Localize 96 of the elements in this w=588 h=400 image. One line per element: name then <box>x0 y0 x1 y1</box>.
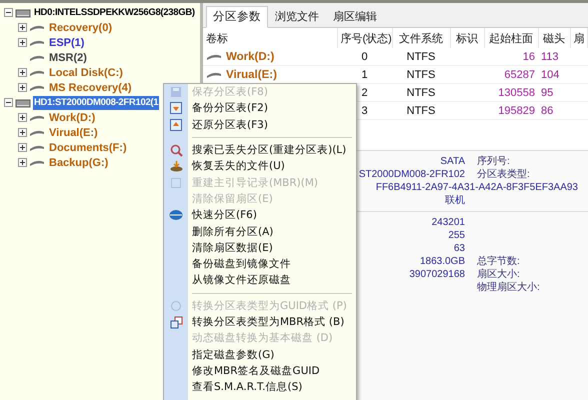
expand-icon[interactable] <box>18 158 27 167</box>
tab[interactable]: 扇区编辑 <box>326 6 384 27</box>
table-cell: 104 <box>541 68 560 80</box>
disk-guid: FF6B4911-2A97-4A31-A42A-8F3F5EF3AA93 <box>376 182 578 193</box>
tree-item[interactable]: Local Disk(C:) <box>47 66 125 80</box>
table-cell: 65287 <box>504 68 535 80</box>
save-icon <box>170 86 182 98</box>
expand-icon[interactable] <box>18 38 27 47</box>
drive-icon <box>29 128 45 136</box>
menu-item[interactable]: 备份磁盘到镜像文件 <box>188 257 291 272</box>
tree-item[interactable]: ESP(1) <box>47 36 86 50</box>
info-value: ST2000DM008-2FR102 <box>358 169 465 180</box>
recover-icon <box>170 160 182 172</box>
table-cell: 195829 <box>498 104 535 116</box>
tab[interactable]: 分区参数 <box>206 6 268 28</box>
info-label: 物理扇区大小: <box>477 282 540 293</box>
disk-icon <box>169 209 183 222</box>
menu-item[interactable]: 修改MBR签名及磁盘GUID <box>188 364 320 378</box>
volume-label: Work(D:) <box>226 50 274 62</box>
table-cell: 130558 <box>498 86 535 98</box>
menu-item[interactable]: 转换分区表类型为MBR格式 (B) <box>188 315 344 329</box>
drive-icon <box>206 52 222 60</box>
tab[interactable]: 浏览文件 <box>268 6 326 27</box>
tree-item[interactable]: MS Recovery(4) <box>47 80 134 94</box>
tree-item[interactable]: HD0:INTELSSDPEKKW256G8(238GB) <box>33 6 196 20</box>
info-value: 3907029168 <box>409 269 465 280</box>
drive-icon <box>206 70 222 78</box>
info-value: 联机 <box>445 195 465 206</box>
drive-icon <box>29 54 45 62</box>
expand-icon[interactable] <box>18 68 27 77</box>
info-label: 扇区大小: <box>477 269 520 280</box>
collapse-icon[interactable] <box>4 8 13 17</box>
column-header[interactable]: 标识 <box>450 28 484 48</box>
table-cell: 113 <box>541 50 559 62</box>
document-icon <box>170 176 182 189</box>
expand-icon[interactable] <box>18 128 27 137</box>
table-cell: 86 <box>541 104 554 116</box>
table-cell: NTFS <box>406 68 436 80</box>
table-cell: 2 <box>361 86 368 98</box>
menu-item[interactable]: 快速分区(F6) <box>188 208 257 222</box>
drive-icon <box>29 68 45 76</box>
tree-item[interactable]: Work(D:) <box>47 110 98 124</box>
drive-icon <box>29 158 45 166</box>
table-icon <box>170 102 182 114</box>
table-cell: 16 <box>522 50 535 62</box>
menu-item[interactable]: 查看S.M.A.R.T.信息(S) <box>188 380 302 394</box>
expand-icon[interactable] <box>18 83 27 92</box>
expand-icon[interactable] <box>18 113 27 122</box>
menu-item[interactable]: 清除扇区数据(E) <box>188 240 273 255</box>
tree-item[interactable]: Backup(G:) <box>47 156 110 170</box>
expand-icon[interactable] <box>18 143 27 152</box>
menu-item[interactable]: 恢复丢失的文件(U) <box>188 159 285 174</box>
table-cell: 1 <box>361 68 368 80</box>
menu-item[interactable]: 备份分区表(F2) <box>188 101 268 116</box>
tree-item[interactable]: MSR(2) <box>47 50 89 64</box>
table-cell: 3 <box>361 104 368 116</box>
info-value: SATA <box>440 156 465 167</box>
info-value: 1863.0GB <box>420 256 465 267</box>
menu-item[interactable]: 从镜像文件还原磁盘 <box>188 273 291 288</box>
tree-item[interactable]: Virual(E:) <box>47 126 100 140</box>
table-cell: NTFS <box>406 86 436 98</box>
tree-item[interactable]: HD1:ST2000DM008-2FR102(1 <box>33 96 160 110</box>
info-label: 总字节数: <box>477 256 520 267</box>
table-cell: 0 <box>361 50 368 62</box>
info-label: 分区表类型: <box>477 169 530 180</box>
column-header[interactable]: 起始柱面 <box>484 28 538 48</box>
drive-icon <box>29 84 45 92</box>
expand-icon[interactable] <box>18 23 27 32</box>
menu-item[interactable]: 指定磁盘参数(G) <box>188 348 274 362</box>
menu-item[interactable]: 删除所有分区(A) <box>188 224 274 239</box>
menu-item[interactable]: 搜索已丢失分区(重建分区表)(L) <box>188 143 346 158</box>
table-cell: 95 <box>541 86 554 98</box>
drive-icon <box>29 38 45 46</box>
drive-icon <box>29 144 45 152</box>
menu-item[interactable]: 还原分区表(F3) <box>188 118 268 132</box>
column-header[interactable]: 磁头 <box>538 28 570 48</box>
collapse-icon[interactable] <box>4 98 13 107</box>
column-header[interactable]: 扇 <box>570 28 588 48</box>
column-header[interactable]: 序号(状态) <box>337 28 392 48</box>
table-icon <box>170 118 182 131</box>
info-value: 243201 <box>432 217 465 228</box>
tree-item[interactable]: Documents(F:) <box>47 140 129 154</box>
table-cell: NTFS <box>406 50 436 62</box>
info-label: 序列号: <box>477 156 510 167</box>
table-cell: NTFS <box>406 104 436 116</box>
drive-icon <box>29 114 45 122</box>
copy-icon <box>170 316 182 328</box>
column-header[interactable]: 文件系统 <box>392 28 450 48</box>
info-value: 63 <box>454 243 465 254</box>
search-icon <box>170 144 182 157</box>
info-value: 255 <box>448 230 465 241</box>
drive-icon <box>29 24 45 32</box>
tree-item[interactable]: Recovery(0) <box>47 20 114 34</box>
circle-icon <box>170 300 182 312</box>
column-header[interactable]: 卷标 <box>203 28 337 48</box>
volume-label: Virual(E:) <box>226 68 277 80</box>
